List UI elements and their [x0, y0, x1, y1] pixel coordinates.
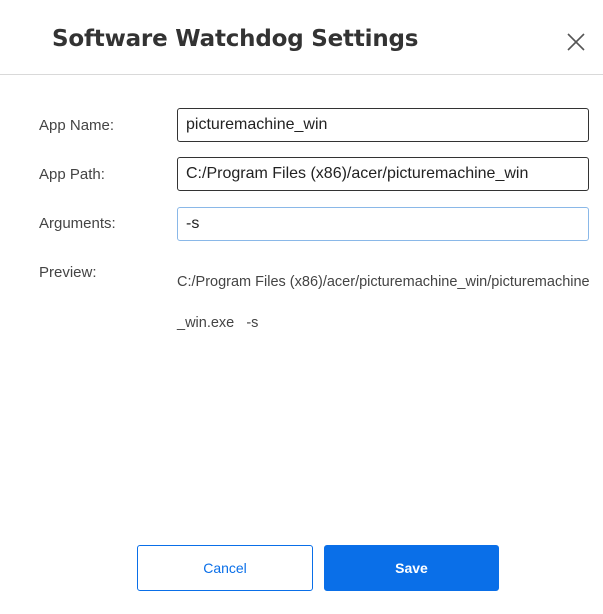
app-path-label: App Path: [39, 166, 105, 183]
save-button[interactable]: Save [324, 545, 499, 591]
arguments-label: Arguments: [39, 215, 116, 232]
arguments-field[interactable] [177, 207, 589, 241]
dialog-header: Software Watchdog Settings [0, 0, 603, 75]
watchdog-settings-dialog: Software Watchdog Settings App Name: App… [0, 0, 603, 614]
preview-label: Preview: [39, 264, 97, 281]
app-name-label: App Name: [39, 117, 115, 134]
cancel-button[interactable]: Cancel [137, 545, 313, 591]
close-icon[interactable] [565, 31, 587, 53]
dialog-title: Software Watchdog Settings [52, 26, 419, 52]
app-name-field[interactable] [177, 108, 589, 142]
app-path-field[interactable] [177, 157, 589, 191]
preview-value: C:/Program Files (x86)/acer/picturemachi… [177, 274, 590, 331]
